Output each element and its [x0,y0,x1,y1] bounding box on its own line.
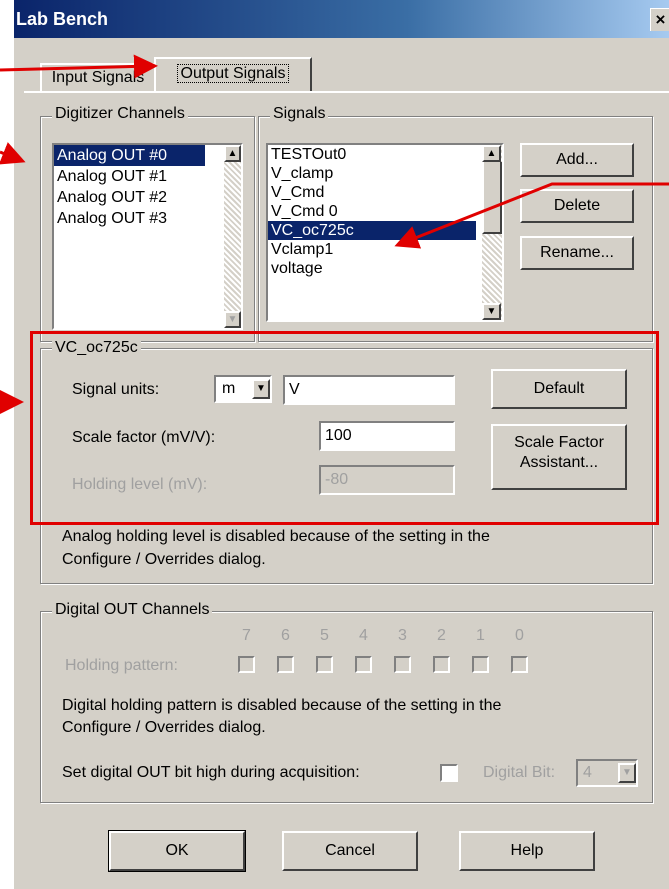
arrow-to-channel-list [0,142,26,165]
annotation-arrows [0,54,669,414]
arrow-to-selected-signal [394,182,669,249]
arrow-to-tab [0,54,158,79]
